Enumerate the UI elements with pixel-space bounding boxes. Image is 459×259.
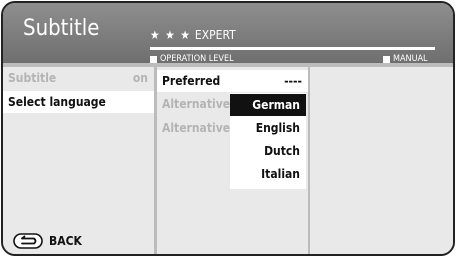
language-dropdown: German English Dutch Italian: [230, 93, 306, 189]
menu-item-subtitle[interactable]: Subtitle on: [3, 67, 154, 89]
tv-menu-screen: Subtitle ★ ★ ★ EXPERT OPERATION LEVEL MAN…: [1, 1, 455, 256]
operation-level-label: OPERATION LEVEL: [150, 54, 234, 64]
square-icon: [150, 55, 157, 63]
option-dutch[interactable]: Dutch: [230, 140, 306, 162]
preferred-value: ----: [284, 74, 302, 88]
option-english[interactable]: English: [230, 117, 306, 139]
back-label: BACK: [49, 234, 82, 248]
level-bar: [150, 47, 435, 50]
menu-title: Subtitle: [23, 16, 100, 41]
subtitle-value: on: [132, 71, 148, 85]
submenu-item-preferred[interactable]: Preferred ----: [157, 70, 308, 92]
menu-item-select-language[interactable]: Select language: [3, 91, 154, 113]
star-icons: ★ ★ ★: [150, 28, 191, 42]
back-arrow-icon: [13, 233, 43, 249]
back-button[interactable]: BACK: [13, 233, 82, 249]
manual-label[interactable]: MANUAL: [383, 54, 428, 64]
level-name: EXPERT: [194, 28, 236, 42]
operation-level-indicator: ★ ★ ★ EXPERT: [150, 28, 236, 42]
square-icon: [383, 55, 390, 63]
detail-column: [310, 67, 453, 254]
option-german[interactable]: German: [230, 94, 306, 116]
menu-header: Subtitle ★ ★ ★ EXPERT OPERATION LEVEL MAN…: [3, 3, 453, 64]
option-italian[interactable]: Italian: [230, 163, 306, 185]
main-menu-column: Subtitle on Select language: [3, 67, 154, 254]
